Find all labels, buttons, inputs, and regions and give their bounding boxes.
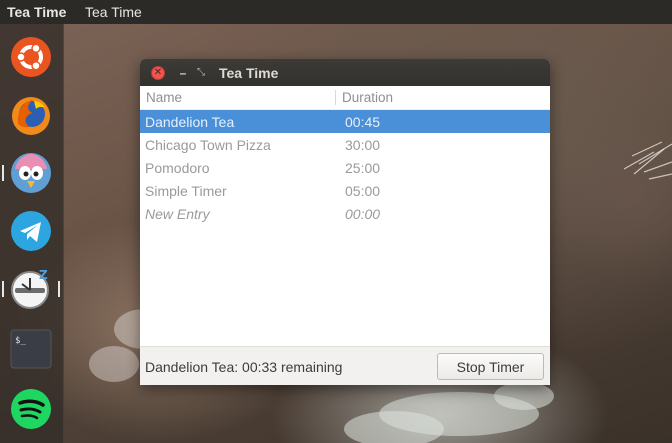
- launcher-item-telegram[interactable]: [9, 209, 53, 253]
- timer-name: New Entry: [145, 205, 210, 222]
- timer-duration: 25:00: [345, 159, 381, 176]
- timer-duration: 05:00: [345, 182, 381, 199]
- launcher-item-terminal[interactable]: $_: [9, 327, 53, 371]
- close-icon: ✕: [153, 66, 163, 78]
- maximize-button[interactable]: ⤡: [194, 66, 208, 80]
- list-item[interactable]: Chicago Town Pizza 30:00: [140, 133, 550, 156]
- minimize-icon: –: [179, 65, 187, 80]
- status-bar: Dandelion Tea: 00:33 remaining Stop Time…: [140, 346, 550, 385]
- list-item[interactable]: Pomodoro 25:00: [140, 156, 550, 179]
- timer-icon: Z: [11, 268, 49, 309]
- list-header: Name Duration: [140, 86, 550, 110]
- timer-duration: 00:45: [345, 113, 381, 130]
- column-header-duration[interactable]: Duration: [336, 90, 393, 105]
- app-name: Tea Time: [7, 4, 67, 20]
- stop-timer-button[interactable]: Stop Timer: [437, 353, 544, 380]
- titlebar[interactable]: ✕ – ⤡ Tea Time: [140, 59, 550, 86]
- bird-icon: [11, 153, 51, 193]
- timer-name: Chicago Town Pizza: [145, 136, 271, 153]
- launcher-item-firefox[interactable]: [9, 93, 53, 137]
- terminal-icon: $_: [10, 329, 52, 369]
- launcher-item-bird-chat[interactable]: [2, 151, 53, 195]
- minimize-button[interactable]: –: [176, 66, 190, 80]
- column-header-name[interactable]: Name: [140, 90, 335, 105]
- list-item[interactable]: Simple Timer 05:00: [140, 179, 550, 202]
- new-entry-row[interactable]: New Entry 00:00: [140, 202, 550, 225]
- launcher-item-tea-time[interactable]: Z: [2, 267, 60, 311]
- app-menu[interactable]: Tea Time: [79, 4, 142, 20]
- timer-duration: 00:00: [345, 205, 381, 222]
- status-text: Dandelion Tea: 00:33 remaining: [145, 358, 343, 375]
- timer-name: Pomodoro: [145, 159, 210, 176]
- ubuntu-icon: [11, 37, 51, 77]
- running-indicator: [2, 165, 4, 181]
- maximize-icon: ⤡: [197, 67, 205, 78]
- timer-name: Simple Timer: [145, 182, 227, 199]
- spotify-icon: [11, 389, 51, 429]
- launcher-item-spotify[interactable]: [9, 387, 53, 431]
- timer-list: Name Duration Dandelion Tea 00:45 Chicag…: [140, 86, 550, 346]
- close-button[interactable]: ✕: [151, 65, 165, 80]
- running-indicator: [2, 281, 4, 297]
- window-title: Tea Time: [219, 64, 279, 81]
- launcher-item-ubuntu[interactable]: [9, 35, 53, 79]
- timer-name: Dandelion Tea: [145, 113, 235, 130]
- timer-duration: 30:00: [345, 136, 381, 153]
- launcher: Z $_: [0, 24, 64, 443]
- list-item[interactable]: Dandelion Tea 00:45: [140, 110, 550, 133]
- firefox-icon: [12, 97, 50, 135]
- terminal-prompt: $_: [15, 336, 26, 346]
- tea-time-window: ✕ – ⤡ Tea Time Name Duration Dandelion T…: [140, 59, 550, 385]
- focused-indicator: [58, 281, 60, 297]
- telegram-icon: [11, 211, 51, 251]
- top-panel: Tea Time Tea Time: [0, 0, 672, 24]
- svg-text:Z: Z: [39, 268, 48, 282]
